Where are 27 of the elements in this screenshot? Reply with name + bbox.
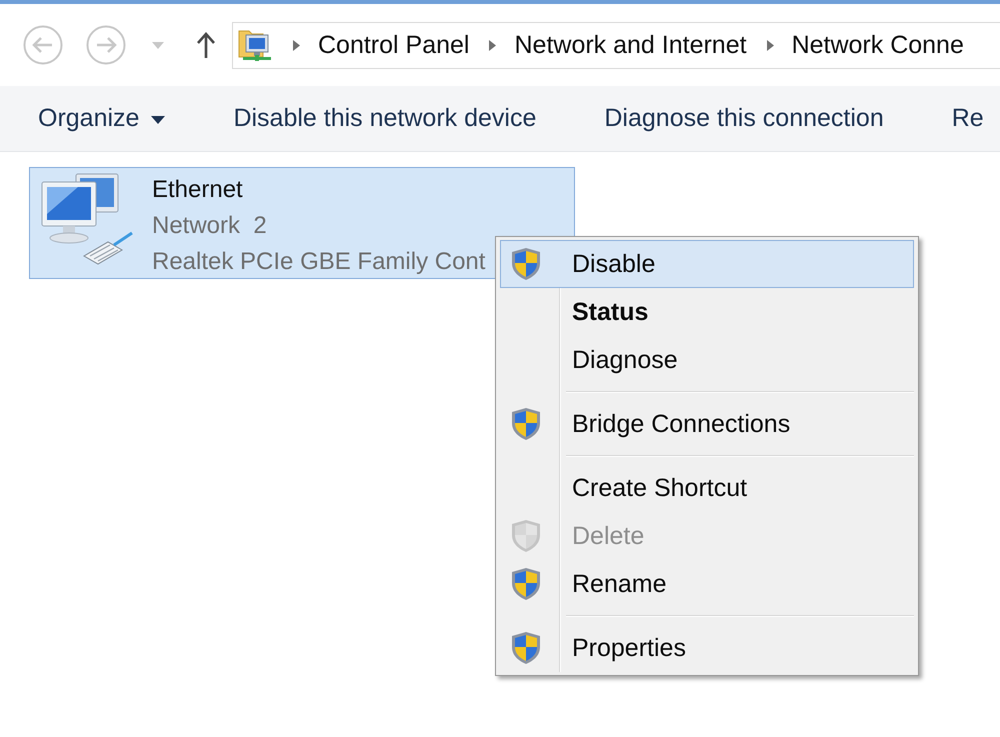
breadcrumb-caret-icon xyxy=(489,40,496,50)
adapter-name: Realtek PCIe GBE Family Cont xyxy=(152,247,486,277)
breadcrumb-link[interactable]: Network Conne xyxy=(792,28,964,62)
connection-name: Ethernet xyxy=(152,175,244,205)
connection-tile[interactable]: Ethernet Network 2 Realtek PCIe GBE Family Cont xyxy=(29,167,575,279)
menu-item[interactable]: Status xyxy=(500,288,914,336)
menu-item[interactable]: Diagnose xyxy=(500,336,914,384)
breadcrumb-link[interactable]: Control Panel xyxy=(318,28,470,62)
menu-item[interactable]: Rename xyxy=(500,560,914,608)
back-icon xyxy=(23,25,63,65)
caret-icon xyxy=(152,42,164,48)
toolbar-button[interactable]: Re xyxy=(940,98,996,139)
menu-item[interactable]: Create Shortcut xyxy=(500,464,914,512)
forward-icon xyxy=(86,25,126,65)
toolbar-button[interactable]: Diagnose this connection xyxy=(592,98,896,139)
up-button[interactable] xyxy=(195,31,217,59)
menu-item[interactable]: Bridge Connections xyxy=(500,400,914,448)
breadcrumb-link[interactable]: Network and Internet xyxy=(514,28,747,62)
breadcrumb-caret-icon xyxy=(766,40,774,50)
address-bar[interactable]: Control Panel Network and Internet Network Conne xyxy=(232,22,1000,68)
breadcrumb-caret-icon xyxy=(293,40,300,50)
up-arrow-icon xyxy=(196,32,216,58)
network-name: Network 2 xyxy=(152,211,268,241)
menu-item[interactable]: Properties xyxy=(500,624,914,672)
menu-item[interactable]: Disable xyxy=(500,240,914,288)
toolbar-button[interactable]: Disable this network device xyxy=(221,98,548,139)
toolbar-button[interactable]: Organize xyxy=(26,98,178,139)
